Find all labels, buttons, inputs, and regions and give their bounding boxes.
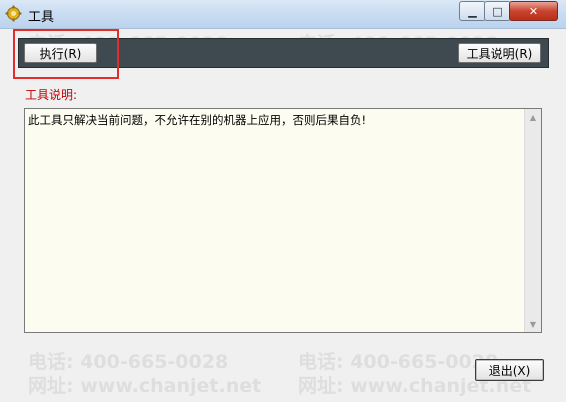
scroll-down-arrow-icon[interactable]: ▼ bbox=[525, 316, 541, 332]
minimize-icon: ▁ bbox=[468, 4, 477, 18]
client-area: 电话: 400-665-0028 电话: 400-665-0028 电话: 40… bbox=[8, 29, 558, 397]
tool-description-button[interactable]: 工具说明(R) bbox=[458, 43, 541, 63]
exit-button[interactable]: 退出(X) bbox=[475, 359, 544, 381]
watermark-web: 网址: www.chanjet.net bbox=[28, 375, 262, 397]
close-button[interactable]: ✕ bbox=[509, 1, 558, 21]
scroll-up-arrow-icon[interactable]: ▲ bbox=[525, 109, 541, 125]
toolbar: 执行(R) 工具说明(R) bbox=[18, 38, 549, 68]
description-textarea[interactable]: 此工具只解决当前问题，不允许在别的机器上应用，否则后果自负! ▲ ▼ bbox=[24, 108, 542, 333]
execute-button[interactable]: 执行(R) bbox=[24, 43, 97, 63]
watermark-phone: 电话: 400-665-0028 bbox=[298, 351, 499, 373]
tool-description-label: 工具说明: bbox=[25, 88, 78, 102]
gear-icon bbox=[5, 5, 22, 22]
vertical-scrollbar[interactable]: ▲ ▼ bbox=[524, 109, 541, 332]
close-icon: ✕ bbox=[528, 4, 539, 18]
watermark-phone: 电话: 400-665-0028 bbox=[28, 351, 229, 373]
maximize-icon: □ bbox=[492, 4, 503, 18]
title-bar[interactable]: 工具 ▁ □ ✕ bbox=[0, 0, 566, 29]
description-text: 此工具只解决当前问题，不允许在别的机器上应用，否则后果自负! bbox=[28, 113, 367, 127]
window-title: 工具 bbox=[28, 10, 55, 25]
minimize-button[interactable]: ▁ bbox=[459, 1, 486, 21]
maximize-button[interactable]: □ bbox=[484, 1, 511, 21]
